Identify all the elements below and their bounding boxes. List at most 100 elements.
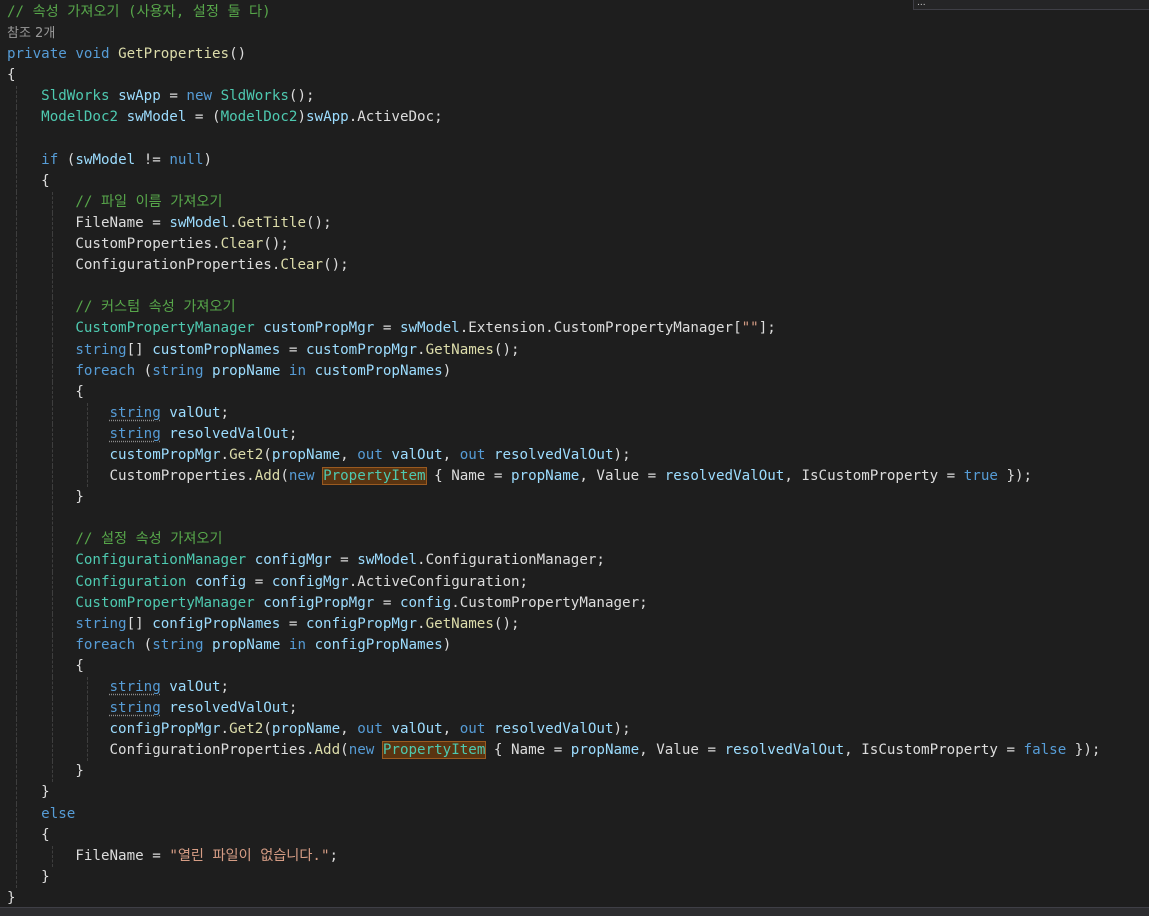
code-line: // 설정 속성 가져오기 xyxy=(7,529,1149,551)
code-line: string[] customPropNames = customPropMgr… xyxy=(7,339,1149,361)
indent-guide xyxy=(16,276,17,298)
indent-guide xyxy=(52,381,53,403)
code-token: "열린 파일이 없습니다." xyxy=(169,847,330,864)
code-token: resolvedValOut xyxy=(169,700,289,717)
code-line: CustomPropertyManager customPropMgr = sw… xyxy=(7,318,1149,340)
code-token: = xyxy=(997,742,1024,759)
codelens-references[interactable]: 참조 2개 xyxy=(7,23,1149,44)
code-token: . xyxy=(459,320,469,337)
code-token: resolvedValOut xyxy=(493,446,614,463)
code-token: . xyxy=(451,594,460,611)
code-area[interactable]: // 속성 가져오기 (사용자, 설정 둘 다) 참조 2개 private voi… xyxy=(7,2,1149,909)
code-line: else xyxy=(7,803,1149,825)
indent-guide xyxy=(52,571,53,593)
indent-guide xyxy=(16,423,17,445)
code-token: SldWorks xyxy=(220,88,289,105)
code-token: configPropNames xyxy=(314,636,443,653)
code-token: . xyxy=(348,109,358,126)
code-token: ) xyxy=(203,151,213,168)
code-token: GetProperties xyxy=(118,46,230,63)
indent-guide xyxy=(16,234,17,256)
code-line: } xyxy=(7,888,1149,909)
code-token: = xyxy=(698,742,725,759)
code-editor[interactable]: ... // 속성 가져오기 (사용자, 설정 둘 다) 참조 2개 private… xyxy=(0,0,1149,916)
indent-guide xyxy=(16,613,17,635)
code-line: } xyxy=(7,487,1149,509)
code-token: Configuration xyxy=(75,573,187,590)
code-token: in xyxy=(288,636,307,653)
horizontal-scrollbar[interactable] xyxy=(0,907,1149,916)
code-token: propName xyxy=(212,362,281,379)
code-token: string xyxy=(109,700,161,717)
code-line xyxy=(7,508,1149,530)
indent-guide xyxy=(16,402,17,424)
indent-guide xyxy=(16,550,17,572)
indent-guide xyxy=(52,655,53,677)
code-token: , xyxy=(340,446,358,463)
code-token: Value xyxy=(656,742,699,759)
code-token: config xyxy=(399,594,452,611)
indent-guide xyxy=(16,107,17,129)
indent-guide xyxy=(16,655,17,677)
code-token: . xyxy=(417,552,426,569)
indent-guide xyxy=(52,255,53,277)
indent-guide xyxy=(16,592,17,614)
indent-guide xyxy=(16,297,17,319)
code-token: CustomPropertyManager xyxy=(459,594,640,611)
code-token: ModelDoc2 xyxy=(220,109,298,126)
code-line: if (swModel != null) xyxy=(7,149,1149,171)
code-token: , xyxy=(442,721,460,738)
code-token: new xyxy=(348,742,375,759)
code-token: . xyxy=(220,721,230,738)
code-token: Name xyxy=(451,468,486,485)
indent-guide xyxy=(52,677,53,699)
code-token: { xyxy=(41,172,50,189)
code-token: , xyxy=(579,468,597,485)
code-token: ]; xyxy=(758,320,776,337)
code-token: string xyxy=(152,362,204,379)
indent-guide xyxy=(16,444,17,467)
code-token: ( xyxy=(135,362,153,379)
indent-guide xyxy=(16,381,17,403)
indent-guide xyxy=(52,191,53,213)
code-token: . xyxy=(212,236,221,253)
code-line: // 커스텀 속성 가져오기 xyxy=(7,297,1149,319)
indent-guide xyxy=(16,339,17,361)
indent-guide xyxy=(16,698,17,720)
code-token: ConfigurationProperties xyxy=(109,742,306,759)
indent-guide xyxy=(52,698,53,720)
indent-guide xyxy=(52,360,53,382)
indent-guide xyxy=(16,255,17,277)
code-line: foreach (string propName in customPropNa… xyxy=(7,360,1149,382)
code-token: IsCustomProperty xyxy=(801,468,939,485)
indent-guide xyxy=(16,149,17,171)
code-token: { xyxy=(485,742,511,759)
code-token: () xyxy=(229,46,247,63)
indent-guide xyxy=(52,339,53,361)
code-token: }); xyxy=(997,468,1033,485)
code-token: } xyxy=(7,889,16,906)
code-token: , xyxy=(340,721,358,738)
code-token: valOut xyxy=(391,446,443,463)
code-token: Value xyxy=(596,468,640,485)
code-token: string xyxy=(152,636,204,653)
code-token: configMgr xyxy=(254,552,332,569)
code-token: } xyxy=(41,868,50,885)
code-token: customPropMgr xyxy=(109,446,221,463)
code-line: SldWorks swApp = new SldWorks(); xyxy=(7,86,1149,108)
code-token: = xyxy=(143,847,170,864)
code-token: . xyxy=(417,615,426,632)
indent-guide xyxy=(52,740,53,762)
code-token: swModel xyxy=(75,151,136,168)
code-token: in xyxy=(288,362,307,379)
code-token: ; xyxy=(220,404,230,421)
indent-guide xyxy=(87,466,88,488)
